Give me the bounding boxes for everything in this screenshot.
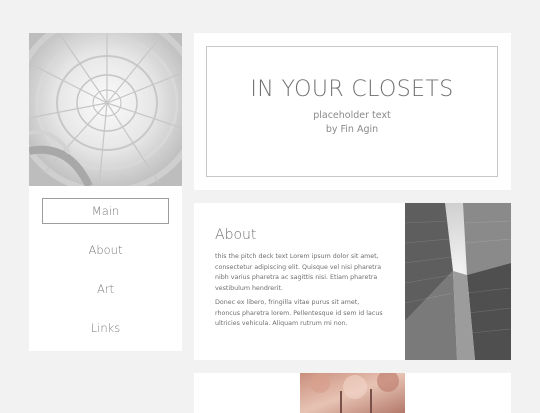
skyscrapers-photo [405,203,511,360]
page-subtitle: placeholder text [313,110,391,121]
about-paragraph: Donec ex libero, fringilla vitae purus s… [215,299,383,327]
nav-item-label: Art [96,282,115,296]
nav-item-label: Main [91,204,120,218]
header-frame: IN YOUR CLOSETS placeholder text by Fin … [206,46,498,177]
header-card: IN YOUR CLOSETS placeholder text by Fin … [194,33,511,190]
autumn-trees-photo [300,373,405,413]
nav-item-main[interactable]: Main [42,198,169,224]
sidebar: Main About Art Links [29,33,182,351]
author-line: by Fin Agin [325,124,379,135]
page-title: IN YOUR CLOSETS [250,77,454,102]
about-paragraph: this the pitch deck text Lorem ipsum dol… [215,253,382,292]
dome-ceiling-photo [29,33,182,186]
nav-item-label: About [88,243,123,257]
nav-item-about[interactable]: About [42,237,169,263]
about-heading: About [215,227,257,243]
nav-item-links[interactable]: Links [42,315,169,341]
about-card: About this the pitch deck text Lorem ips… [194,203,511,360]
nav-item-art[interactable]: Art [42,276,169,302]
gallery-card [194,373,511,413]
nav-item-label: Links [90,321,121,335]
